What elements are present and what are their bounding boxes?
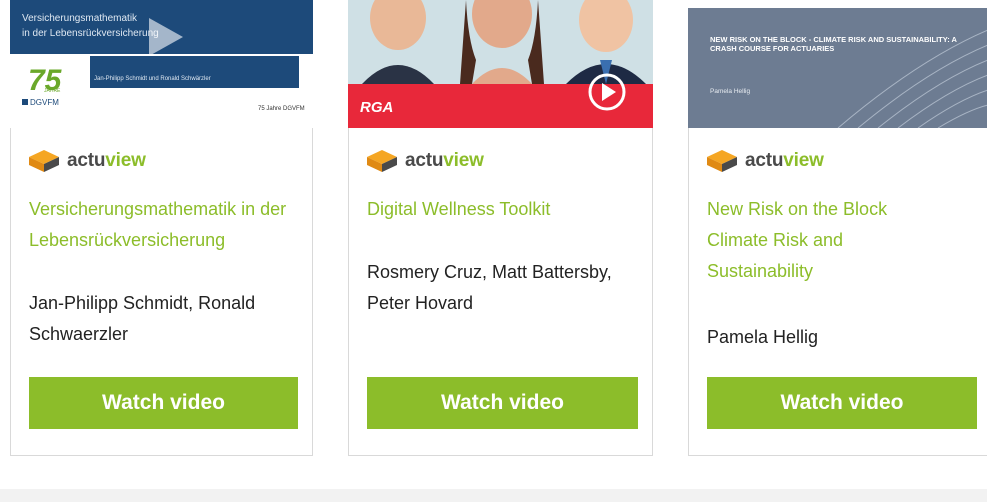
dgvfm-org-label: DGVFM [22,98,59,107]
actuview-cube-icon [707,150,737,172]
watch-video-button[interactable]: Watch video [367,377,638,429]
video-card: Versicherungsmathematik in der Lebensrüc… [10,0,313,456]
watch-video-button[interactable]: Watch video [29,377,298,429]
video-thumbnail[interactable]: NEW RISK ON THE BLOCK - CLIMATE RISK AND… [688,0,987,128]
thumbnail-footer: 75 Jahre DGVFM [258,106,305,112]
video-thumbnail[interactable]: Versicherungsmathematik in der Lebensrüc… [10,0,313,128]
video-title[interactable]: Versicherungsmathematik in der Lebensrüc… [29,194,298,256]
actuview-logo: actuview [367,149,484,173]
thumbnail-title: NEW RISK ON THE BLOCK - CLIMATE RISK AND… [710,35,957,53]
video-card: NEW RISK ON THE BLOCK - CLIMATE RISK AND… [688,0,987,456]
actuview-logo: actuview [29,149,146,173]
thumbnail-title-line: Versicherungsmathematik [22,13,138,24]
thumbnail-author: Pamela Hellig [710,88,751,95]
video-authors: Jan-Philipp Schmidt, Ronald Schwaerzler [29,293,256,344]
play-icon [149,18,183,56]
video-thumbnail[interactable]: RGA [348,0,653,128]
video-authors: Pamela Hellig [707,327,819,347]
actuview-logo: actuview [707,149,824,173]
play-icon [588,73,626,111]
video-title[interactable]: Digital Wellness Toolkit [367,194,638,225]
actuview-cube-icon [29,150,59,172]
footer-strip [0,489,987,502]
video-card: RGA actuview Digital Wellness Toolkit Ro… [348,0,653,456]
thumbnail-authors: Jan-Philipp Schmidt und Ronald Schwärzle… [94,76,211,82]
watch-video-button[interactable]: Watch video [707,377,977,429]
wave-pattern [688,0,987,128]
thumbnail-title-line: in der Lebensrückversicherung [22,28,159,39]
rga-logo: RGA [360,99,394,116]
speakers-photo [362,0,646,84]
video-title[interactable]: New Risk on the Block Climate Risk and S… [707,194,937,287]
actuview-cube-icon [367,150,397,172]
video-authors: Rosmery Cruz, Matt Battersby, Peter Hova… [367,262,612,313]
